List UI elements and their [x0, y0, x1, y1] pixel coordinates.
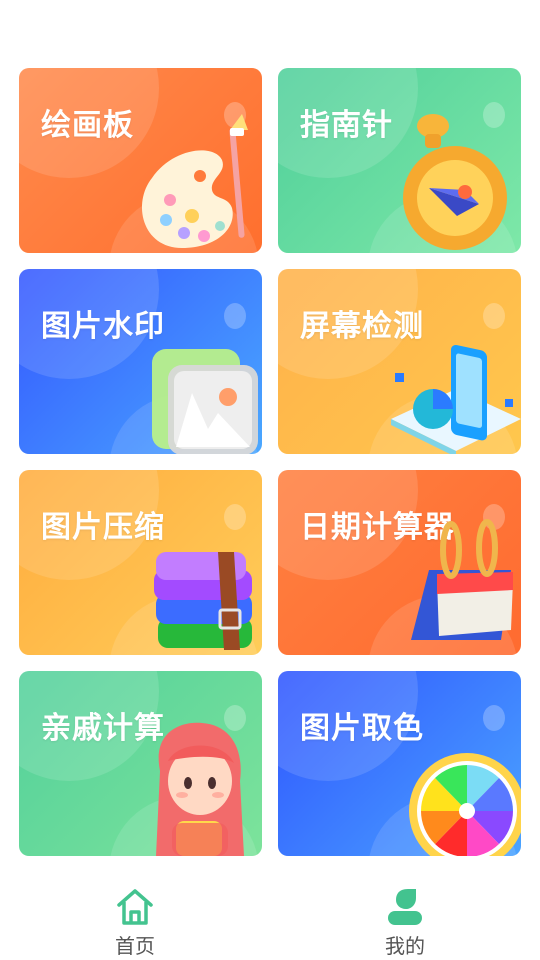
card-date-calculator[interactable]: 日期计算器: [278, 470, 521, 655]
card-title: 绘画板: [41, 108, 134, 143]
calendar-icon: [411, 519, 513, 640]
tab-mine-label: 我的: [385, 934, 425, 958]
card-image-watermark[interactable]: 图片水印: [19, 269, 262, 454]
color-wheel-icon: [409, 753, 521, 856]
compressed-books-icon: [154, 552, 252, 650]
user-icon: [388, 889, 422, 925]
card-image-compress[interactable]: 图片压缩: [19, 470, 262, 655]
tab-home[interactable]: 首页: [90, 886, 180, 958]
palette-icon: [142, 114, 248, 248]
card-title: 指南针: [300, 108, 393, 143]
tab-mine[interactable]: 我的: [360, 886, 450, 958]
card-screen-detection[interactable]: 屏幕检测: [278, 269, 521, 454]
feature-grid: 绘画板 指南针 图片水印 屏幕检测 图片压缩 日期计算器 亲戚计算 图片取色: [19, 68, 521, 856]
compass-icon: [403, 114, 507, 250]
bottom-tab-bar: 首页 我的: [0, 870, 540, 960]
card-color-picker[interactable]: 图片取色: [278, 671, 521, 856]
phone-detection-icon: [391, 345, 521, 454]
card-drawing-board[interactable]: 绘画板: [19, 68, 262, 253]
card-relative-calculator[interactable]: 亲戚计算: [19, 671, 262, 856]
tab-home-label: 首页: [115, 934, 155, 958]
home-icon: [117, 889, 153, 925]
girl-avatar-icon: [156, 722, 244, 856]
card-compass[interactable]: 指南针: [278, 68, 521, 253]
image-watermark-icon: [152, 349, 258, 454]
